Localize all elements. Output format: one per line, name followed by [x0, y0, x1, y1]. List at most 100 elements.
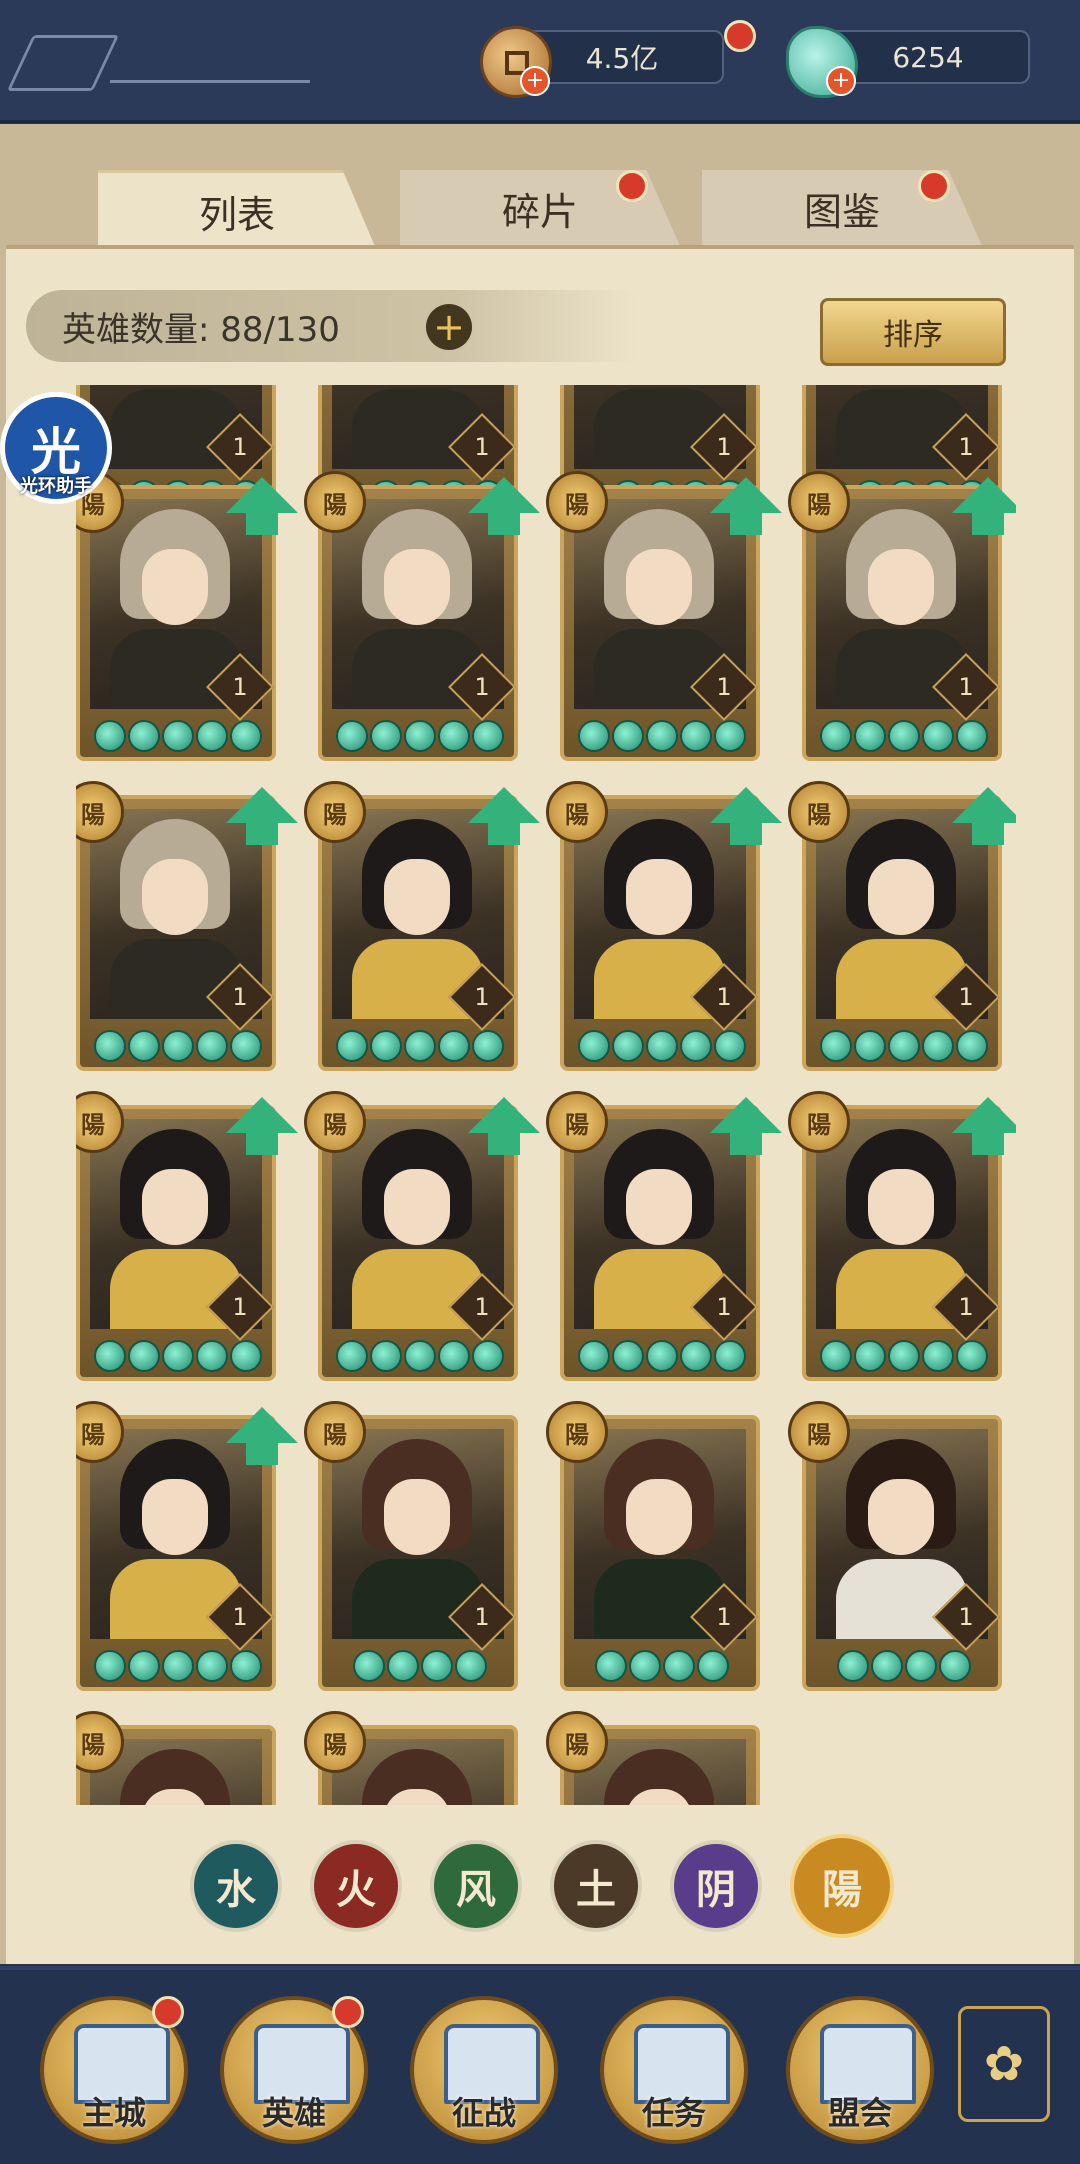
- jade-star-icon: [230, 1030, 262, 1062]
- nav-item[interactable]: 盟会: [786, 1996, 934, 2144]
- hero-grid[interactable]: 1陽1陽1陽1陽1陽1陽1陽1陽1陽1陽1陽1陽1陽1陽1陽1陽1陽1陽1陽1陽…: [76, 385, 1016, 1805]
- jade-star-icon: [629, 1650, 661, 1682]
- yang-element-icon: 陽: [546, 1711, 608, 1773]
- portrait-face: [868, 859, 934, 935]
- jade-star-icon: [472, 1340, 504, 1372]
- hero-card[interactable]: 1陽: [546, 781, 782, 1075]
- portrait-face: [142, 1479, 208, 1555]
- hero-card[interactable]: 1陽: [304, 1401, 518, 1695]
- element-filter-button[interactable]: 陽: [790, 1834, 894, 1938]
- more-menu-button[interactable]: ✿: [958, 2006, 1050, 2122]
- element-filter-button[interactable]: 阴: [670, 1840, 762, 1932]
- menu-ornament-icon[interactable]: [6, 35, 120, 91]
- star-rating: [90, 1337, 266, 1375]
- jade-star-icon: [578, 720, 610, 752]
- jade-star-icon: [128, 1030, 160, 1062]
- level-value: 1: [958, 433, 974, 461]
- level-value: 1: [232, 983, 248, 1011]
- hero-count-bar: 英雄数量: 88/130 +: [26, 290, 636, 362]
- level-value: 1: [958, 1603, 974, 1631]
- hero-card[interactable]: 1陽: [546, 1711, 760, 1805]
- portrait-face: [626, 549, 692, 625]
- hero-card[interactable]: 1陽: [546, 1091, 782, 1385]
- level-value: 1: [716, 433, 732, 461]
- star-rating: [574, 717, 750, 755]
- yang-element-icon: 陽: [546, 1401, 608, 1463]
- flower-menu-icon: ✿: [983, 2036, 1025, 2092]
- level-value: 1: [958, 673, 974, 701]
- jade-star-icon: [905, 1650, 937, 1682]
- hero-card[interactable]: 1陽: [546, 471, 782, 765]
- jade-star-icon: [663, 1650, 695, 1682]
- jade-currency[interactable]: 6254 +: [786, 26, 1056, 98]
- jade-star-icon: [128, 1340, 160, 1372]
- hero-card[interactable]: 1陽: [76, 1711, 276, 1805]
- jade-star-icon: [370, 1340, 402, 1372]
- element-filter-bar: 水火风土阴陽: [190, 1834, 900, 1940]
- jade-star-icon: [939, 1650, 971, 1682]
- hero-card[interactable]: 1陽: [76, 781, 298, 1075]
- hero-card[interactable]: 1陽: [76, 1401, 298, 1695]
- element-filter-button[interactable]: 土: [550, 1840, 642, 1932]
- hero-card[interactable]: 1陽: [788, 1401, 1002, 1695]
- upgrade-arrow-icon: [468, 787, 540, 845]
- expand-capacity-button[interactable]: +: [416, 294, 482, 360]
- hero-card[interactable]: 1陽: [304, 1711, 518, 1805]
- portrait-face: [626, 859, 692, 935]
- star-rating: [574, 1027, 750, 1065]
- star-rating: [816, 1337, 992, 1375]
- yang-element-icon: 陽: [304, 1401, 366, 1463]
- hero-card[interactable]: 1陽: [788, 781, 1016, 1075]
- nav-item[interactable]: 任务: [600, 1996, 748, 2144]
- hero-card[interactable]: 1陽: [546, 1401, 760, 1695]
- nav-label: 任务: [641, 2094, 706, 2132]
- coin-currency[interactable]: 4.5亿 +: [480, 20, 756, 98]
- jade-star-icon: [230, 720, 262, 752]
- jade-star-icon: [472, 720, 504, 752]
- hero-card[interactable]: 1陽: [304, 471, 540, 765]
- upgrade-arrow-icon: [952, 787, 1016, 845]
- add-coin-icon[interactable]: +: [520, 66, 550, 96]
- jade-star-icon: [680, 1340, 712, 1372]
- jade-star-icon: [336, 1030, 368, 1062]
- jade-star-icon: [714, 1340, 746, 1372]
- jade-star-icon: [438, 1340, 470, 1372]
- hero-card[interactable]: 1陽: [304, 1091, 540, 1385]
- element-filter-button[interactable]: 火: [310, 1840, 402, 1932]
- level-value: 1: [716, 1603, 732, 1631]
- jade-star-icon: [854, 1030, 886, 1062]
- upgrade-arrow-icon: [710, 1097, 782, 1155]
- hero-card[interactable]: 1陽: [76, 1091, 298, 1385]
- star-rating: [816, 717, 992, 755]
- add-jade-icon[interactable]: +: [826, 66, 856, 96]
- element-filter-button[interactable]: 风: [430, 1840, 522, 1932]
- jade-star-icon: [820, 1030, 852, 1062]
- level-value: 1: [716, 983, 732, 1011]
- level-value: 1: [232, 1603, 248, 1631]
- nav-item[interactable]: 征战: [410, 1996, 558, 2144]
- jade-star-icon: [196, 1030, 228, 1062]
- tab-list[interactable]: 列表: [98, 170, 376, 249]
- upgrade-arrow-icon: [468, 477, 540, 535]
- level-value: 1: [474, 1293, 490, 1321]
- upgrade-arrow-icon: [710, 787, 782, 845]
- sort-button[interactable]: 排序: [820, 298, 1006, 366]
- notification-dot: [332, 1996, 364, 2028]
- hero-card[interactable]: 1陽: [788, 471, 1016, 765]
- level-value: 1: [716, 673, 732, 701]
- jade-star-icon: [387, 1650, 419, 1682]
- notification-dot: [724, 20, 756, 52]
- jade-star-icon: [438, 720, 470, 752]
- hero-card[interactable]: 1陽: [788, 1091, 1016, 1385]
- jade-star-icon: [714, 720, 746, 752]
- jade-star-icon: [888, 720, 920, 752]
- hero-card[interactable]: 1陽: [76, 471, 298, 765]
- upgrade-arrow-icon: [952, 477, 1016, 535]
- star-rating: [332, 1647, 508, 1685]
- jade-star-icon: [697, 1650, 729, 1682]
- level-value: 1: [232, 1293, 248, 1321]
- hero-card[interactable]: 1陽: [304, 781, 540, 1075]
- element-filter-button[interactable]: 水: [190, 1840, 282, 1932]
- jade-star-icon: [353, 1650, 385, 1682]
- jade-star-icon: [94, 1030, 126, 1062]
